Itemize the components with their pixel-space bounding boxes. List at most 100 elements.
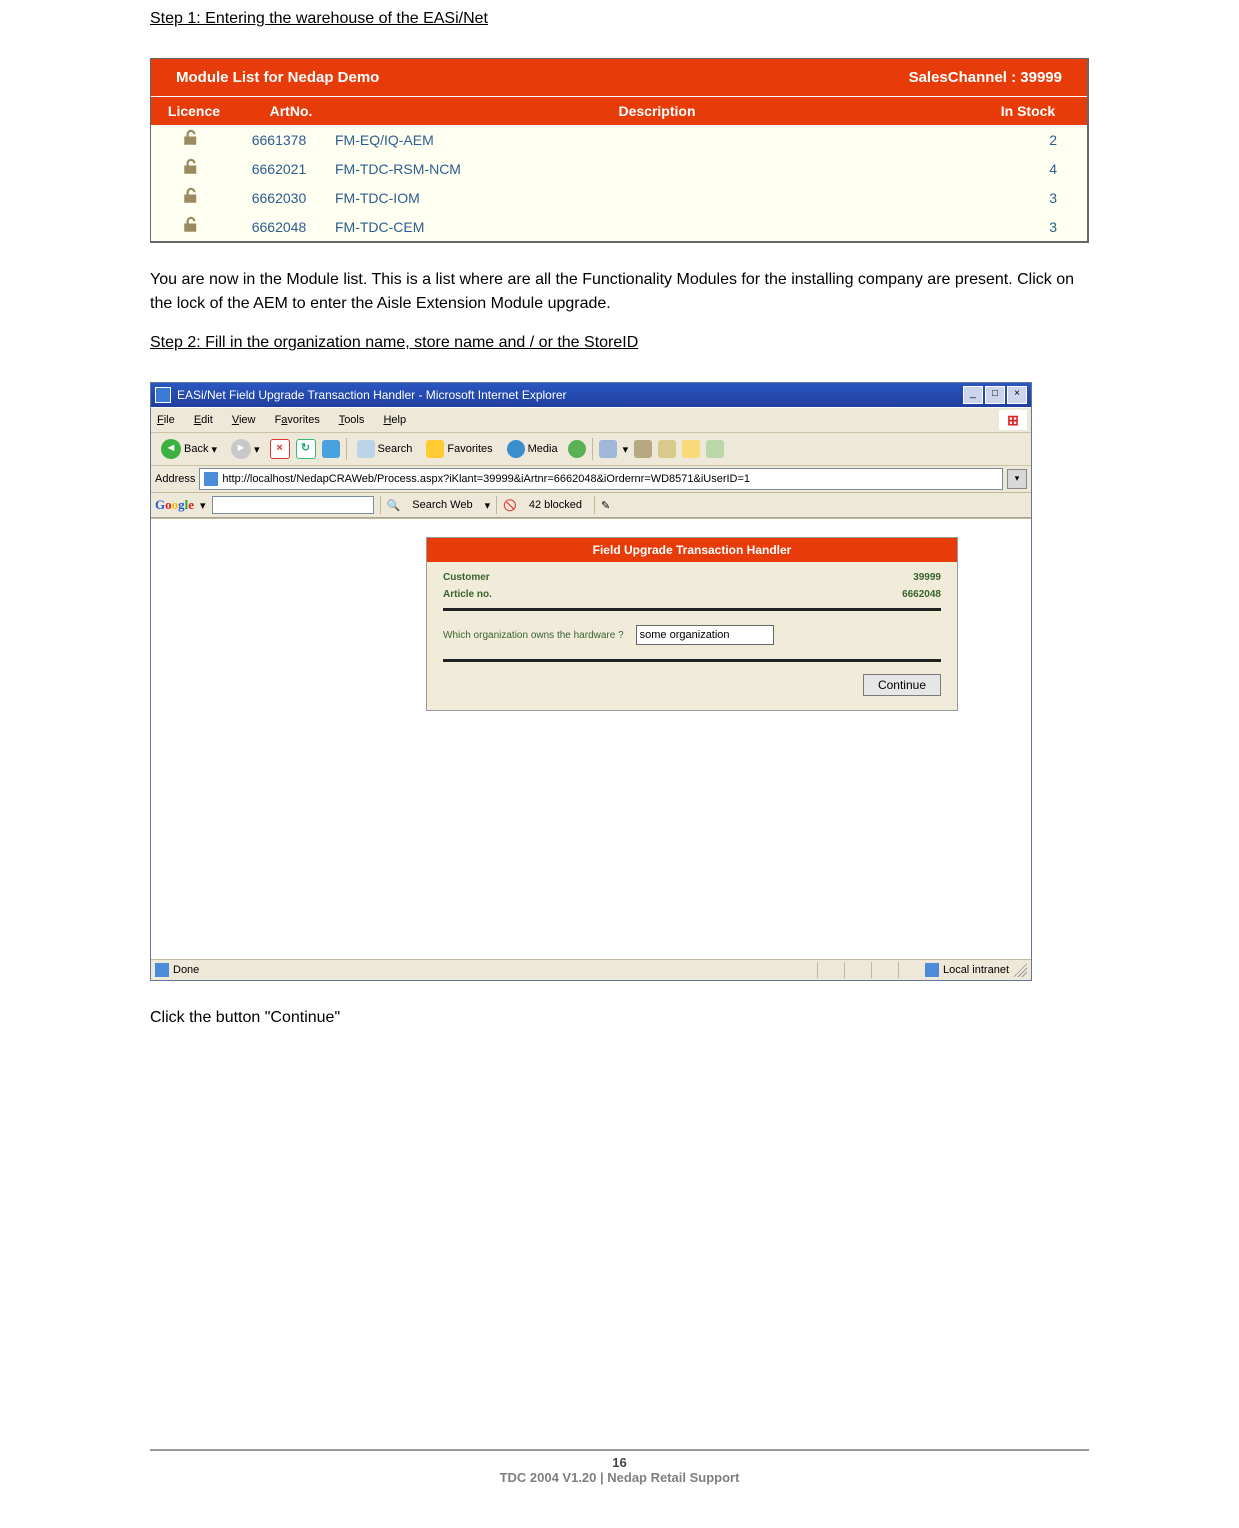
google-search-icon[interactable]: 🔍 bbox=[387, 499, 401, 512]
lock-icon[interactable] bbox=[182, 216, 198, 234]
edit-icon[interactable] bbox=[658, 440, 676, 458]
col-header-desc: Description bbox=[345, 96, 969, 125]
after-browser-text: Click the button "Continue" bbox=[150, 1006, 1089, 1030]
divider bbox=[443, 608, 941, 611]
windows-logo-icon: ⊞ bbox=[999, 410, 1027, 430]
google-toolbar: Google ▾ 🔍 Search Web ▾ 🚫 42 blocked ✎ bbox=[151, 493, 1031, 518]
page-footer: 16 TDC 2004 V1.20 | Nedap Retail Support bbox=[150, 1449, 1089, 1485]
ie-status-bar: Done Local intranet bbox=[151, 959, 1031, 980]
history-icon[interactable] bbox=[568, 440, 586, 458]
minimize-button[interactable]: _ bbox=[963, 386, 983, 404]
search-label: Search bbox=[378, 443, 413, 455]
lock-icon[interactable] bbox=[182, 129, 198, 147]
toolbar-separator bbox=[594, 496, 595, 514]
stop-icon[interactable]: × bbox=[270, 439, 290, 459]
footer-text: TDC 2004 V1.20 | Nedap Retail Support bbox=[150, 1470, 1089, 1485]
forward-icon: ► bbox=[231, 439, 251, 459]
menu-favorites[interactable]: Favorites bbox=[275, 414, 320, 426]
forward-button[interactable]: ► ▾ bbox=[227, 437, 264, 461]
folder-icon[interactable] bbox=[682, 440, 700, 458]
google-search-input[interactable] bbox=[212, 496, 374, 514]
autofill-icon[interactable]: ✎ bbox=[601, 499, 610, 512]
customer-label: Customer bbox=[443, 572, 490, 583]
cell-artno: 6662048 bbox=[229, 219, 329, 235]
org-question-label: Which organization owns the hardware ? bbox=[443, 630, 624, 641]
toolbar-separator bbox=[346, 438, 347, 460]
cell-stock: 3 bbox=[947, 219, 1087, 235]
google-dropdown-icon[interactable]: ▾ bbox=[200, 499, 206, 512]
search-icon bbox=[357, 440, 375, 458]
home-icon[interactable] bbox=[322, 440, 340, 458]
toolbar-separator bbox=[380, 496, 381, 514]
address-dropdown-icon[interactable]: ▾ bbox=[1007, 469, 1027, 489]
cell-stock: 4 bbox=[947, 161, 1087, 177]
ie-titlebar: EASi/Net Field Upgrade Transaction Handl… bbox=[151, 383, 1031, 407]
col-header-stock: In Stock bbox=[969, 96, 1087, 125]
favorites-button[interactable]: Favorites bbox=[422, 438, 496, 460]
menu-file[interactable]: File bbox=[157, 414, 175, 426]
continue-button[interactable]: Continue bbox=[863, 674, 941, 696]
print-icon[interactable] bbox=[634, 440, 652, 458]
messenger-icon[interactable] bbox=[706, 440, 724, 458]
mail-icon[interactable] bbox=[599, 440, 617, 458]
address-bar-row: Address http://localhost/NedapCRAWeb/Pro… bbox=[151, 466, 1031, 493]
favorites-label: Favorites bbox=[447, 443, 492, 455]
status-cell bbox=[844, 962, 867, 978]
lock-icon[interactable] bbox=[182, 187, 198, 205]
cell-stock: 2 bbox=[947, 132, 1087, 148]
table-row: 6662048FM-TDC-CEM3 bbox=[151, 212, 1087, 241]
organization-input[interactable] bbox=[636, 625, 774, 645]
col-header-artno: ArtNo. bbox=[237, 96, 345, 125]
cell-artno: 6662021 bbox=[229, 161, 329, 177]
popup-blocker-icon[interactable]: 🚫 bbox=[503, 499, 517, 512]
address-input[interactable]: http://localhost/NedapCRAWeb/Process.asp… bbox=[199, 468, 1003, 490]
back-icon: ◄ bbox=[161, 439, 181, 459]
cell-artno: 6662030 bbox=[229, 190, 329, 206]
media-icon bbox=[507, 440, 525, 458]
step1-heading: Step 1: Entering the warehouse of the EA… bbox=[150, 10, 1089, 28]
favorites-icon bbox=[426, 440, 444, 458]
address-label: Address bbox=[155, 473, 195, 485]
upgrade-panel: Field Upgrade Transaction Handler Custom… bbox=[426, 537, 958, 711]
cell-desc: FM-TDC-CEM bbox=[329, 219, 947, 235]
google-blocked-label[interactable]: 42 blocked bbox=[523, 498, 588, 512]
page-done-icon bbox=[155, 963, 169, 977]
menu-help[interactable]: Help bbox=[383, 414, 406, 426]
step1-paragraph: You are now in the Module list. This is … bbox=[150, 268, 1089, 316]
close-button[interactable]: × bbox=[1007, 386, 1027, 404]
maximize-button[interactable]: □ bbox=[985, 386, 1005, 404]
search-button[interactable]: Search bbox=[353, 438, 417, 460]
ie-window: EASi/Net Field Upgrade Transaction Handl… bbox=[150, 382, 1032, 981]
refresh-icon[interactable]: ↻ bbox=[296, 439, 316, 459]
ie-menu: File Edit View Favorites Tools Help bbox=[151, 412, 428, 428]
mail-dropdown-icon[interactable]: ▾ bbox=[623, 443, 629, 456]
table-row: 6662021FM-TDC-RSM-NCM4 bbox=[151, 154, 1087, 183]
module-list-header: Module List for Nedap Demo SalesChannel … bbox=[151, 59, 1087, 96]
cell-desc: FM-TDC-IOM bbox=[329, 190, 947, 206]
divider bbox=[443, 659, 941, 662]
back-dropdown-icon[interactable]: ▾ bbox=[211, 443, 217, 456]
forward-dropdown-icon[interactable]: ▾ bbox=[254, 443, 260, 456]
module-list-channel: SalesChannel : 39999 bbox=[909, 69, 1062, 86]
menu-view[interactable]: View bbox=[232, 414, 256, 426]
resize-grip-icon[interactable] bbox=[1013, 963, 1027, 977]
module-list-columns: Licence ArtNo. Description In Stock bbox=[151, 96, 1087, 125]
zone-icon bbox=[925, 963, 939, 977]
google-search-web-button[interactable]: Search Web bbox=[406, 498, 478, 512]
cell-desc: FM-TDC-RSM-NCM bbox=[329, 161, 947, 177]
customer-value: 39999 bbox=[913, 572, 941, 583]
ie-content-area: Field Upgrade Transaction Handler Custom… bbox=[151, 518, 1031, 959]
media-button[interactable]: Media bbox=[503, 438, 562, 460]
ie-window-title: EASi/Net Field Upgrade Transaction Handl… bbox=[177, 388, 567, 402]
status-cell bbox=[817, 962, 840, 978]
toolbar-separator bbox=[496, 496, 497, 514]
cell-desc: FM-EQ/IQ-AEM bbox=[329, 132, 947, 148]
google-search-dropdown-icon[interactable]: ▾ bbox=[485, 499, 491, 512]
lock-icon[interactable] bbox=[182, 158, 198, 176]
cell-artno: 6661378 bbox=[229, 132, 329, 148]
back-button[interactable]: ◄ Back ▾ bbox=[157, 437, 221, 461]
menu-edit[interactable]: Edit bbox=[194, 414, 213, 426]
media-label: Media bbox=[528, 443, 558, 455]
google-logo[interactable]: Google bbox=[155, 497, 194, 513]
menu-tools[interactable]: Tools bbox=[339, 414, 365, 426]
